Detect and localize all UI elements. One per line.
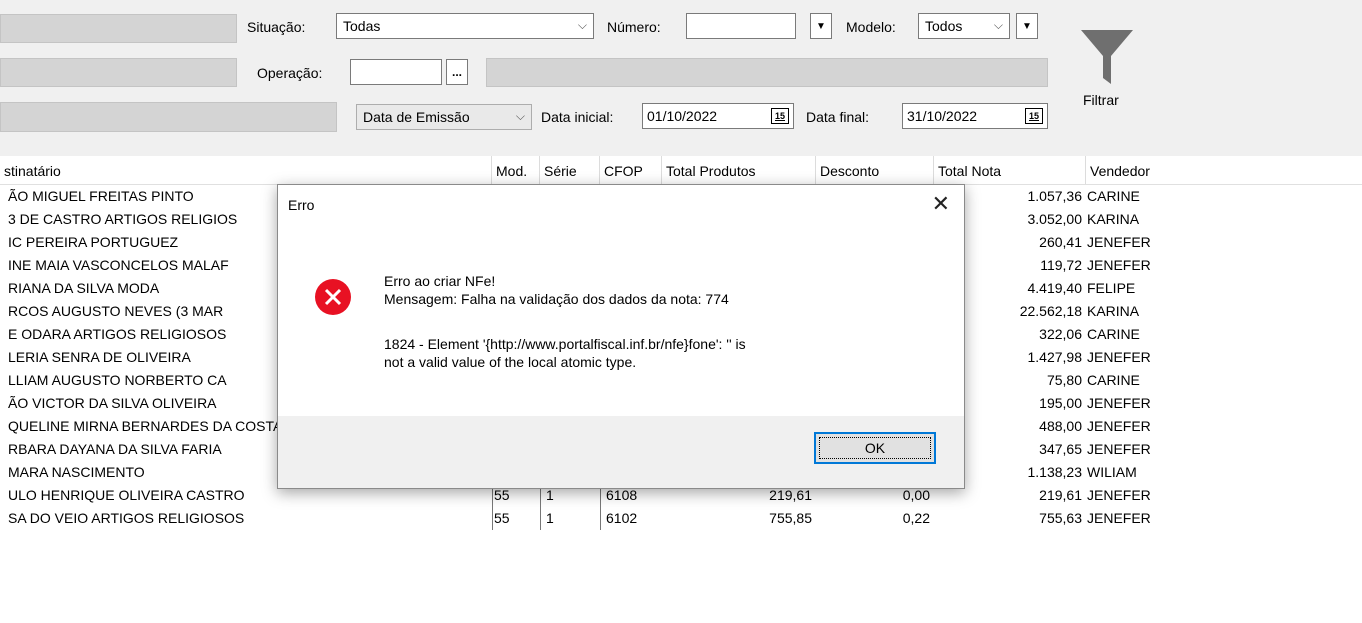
table-cell-total-prod: 755,85: [769, 510, 812, 526]
table-cell-vend: JENEFER: [1087, 257, 1151, 273]
table-cell-vend: CARINE: [1087, 326, 1140, 342]
error-icon: [315, 279, 351, 315]
numero-label: Número:: [607, 19, 661, 35]
data-final-input[interactable]: 31/10/2022 15: [902, 103, 1048, 129]
table-cell-vend: CARINE: [1087, 188, 1140, 204]
grid-header: stinatário Mod. Série CFOP Total Produto…: [0, 156, 1362, 185]
modelo-dropdown-button[interactable]: ▼: [1016, 13, 1038, 39]
data-tipo-select[interactable]: Data de Emissão ⌵: [356, 104, 532, 130]
funnel-icon: [1081, 30, 1133, 84]
data-tipo-value: Data de Emissão: [363, 109, 470, 125]
focus-rect: [819, 437, 931, 459]
error-message-line1: Erro ao criar NFe!: [384, 273, 496, 289]
modelo-select[interactable]: Todos ⌵: [918, 13, 1010, 39]
table-cell-vend: JENEFER: [1087, 349, 1151, 365]
operacao-description-field: [486, 58, 1048, 87]
table-cell-vend: JENEFER: [1087, 441, 1151, 457]
table-cell-vend: CARINE: [1087, 372, 1140, 388]
col-desconto[interactable]: Desconto: [816, 156, 934, 184]
data-final-label: Data final:: [806, 109, 870, 125]
table-cell-cfop: 6102: [606, 510, 638, 526]
table-cell-serie: 1: [546, 510, 554, 526]
numero-dropdown-button[interactable]: ▼: [810, 13, 832, 39]
table-cell-dest: SA DO VEIO ARTIGOS RELIGIOSOS: [8, 510, 245, 526]
data-inicial-label: Data inicial:: [541, 109, 614, 125]
table-row[interactable]: SA DO VEIO ARTIGOS RELIGIOSOS 55 1 6102 755,…: [0, 507, 1362, 530]
chevron-down-icon: ⌵: [577, 18, 587, 32]
table-cell-vend: JENEFER: [1087, 487, 1151, 503]
table-cell-vend: FELIPE: [1087, 280, 1136, 296]
col-total-produtos[interactable]: Total Produtos: [662, 156, 816, 184]
table-cell-vend: WILIAM: [1087, 464, 1137, 480]
table-cell-vend: JENEFER: [1087, 395, 1151, 411]
operacao-input[interactable]: [350, 59, 442, 85]
calendar-icon[interactable]: 15: [771, 108, 789, 124]
error-message-line3: 1824 - Element '{http://www.portalfiscal…: [384, 336, 746, 352]
close-icon[interactable]: ✕: [932, 191, 950, 217]
table-cell-mod: 55: [494, 510, 510, 526]
operacao-lookup-button[interactable]: ...: [446, 59, 468, 85]
filtrar-label: Filtrar: [1083, 92, 1119, 108]
data-inicial-input[interactable]: 01/10/2022 15: [642, 103, 794, 129]
row-separator: [492, 507, 493, 530]
col-destinatario[interactable]: stinatário: [0, 156, 492, 184]
table-cell-vend: KARINA: [1087, 303, 1140, 319]
error-dialog: Erro ✕ Erro ao criar NFe! Mensagem: Falh…: [277, 184, 965, 489]
ok-button[interactable]: OK: [814, 432, 936, 464]
table-cell-vend: JENEFER: [1087, 234, 1151, 250]
error-message-line4: not a valid value of the local atomic ty…: [384, 354, 637, 370]
table-cell-desc: 0,22: [902, 510, 930, 526]
dialog-title: Erro: [288, 197, 315, 213]
col-serie[interactable]: Série: [540, 156, 600, 184]
table-cell-total-nota: 755,63: [1039, 510, 1082, 526]
col-mod[interactable]: Mod.: [492, 156, 540, 184]
col-total-nota[interactable]: Total Nota: [934, 156, 1086, 184]
modelo-label: Modelo:: [846, 19, 896, 35]
data-final-value: 31/10/2022: [907, 108, 978, 124]
operacao-label: Operação:: [257, 65, 323, 81]
table-cell-vend: JENEFER: [1087, 418, 1151, 434]
numero-input[interactable]: [686, 13, 796, 39]
filtrar-button[interactable]: Filtrar: [1072, 22, 1142, 118]
filter-field-1[interactable]: [0, 14, 237, 43]
col-vendedor[interactable]: Vendedor: [1086, 156, 1362, 184]
col-cfop[interactable]: CFOP: [600, 156, 662, 184]
row-separator: [540, 507, 541, 530]
calendar-icon[interactable]: 15: [1025, 108, 1043, 124]
table-cell-vend: JENEFER: [1087, 510, 1151, 526]
situacao-select[interactable]: Todas ⌵: [336, 13, 594, 39]
situacao-value: Todas: [343, 18, 381, 34]
chevron-down-icon: ⌵: [515, 109, 525, 123]
table-cell-vend: KARINA: [1087, 211, 1140, 227]
dialog-footer: OK: [278, 416, 964, 488]
chevron-down-icon: ⌵: [993, 18, 1003, 32]
row-separator: [600, 507, 601, 530]
modelo-value: Todos: [925, 18, 963, 34]
filter-field-2[interactable]: [0, 58, 237, 87]
situacao-label: Situação:: [247, 19, 306, 35]
data-inicial-value: 01/10/2022: [647, 108, 718, 124]
error-message-line2: Mensagem: Falha na validação dos dados d…: [384, 291, 729, 307]
filter-field-3[interactable]: [0, 102, 337, 132]
